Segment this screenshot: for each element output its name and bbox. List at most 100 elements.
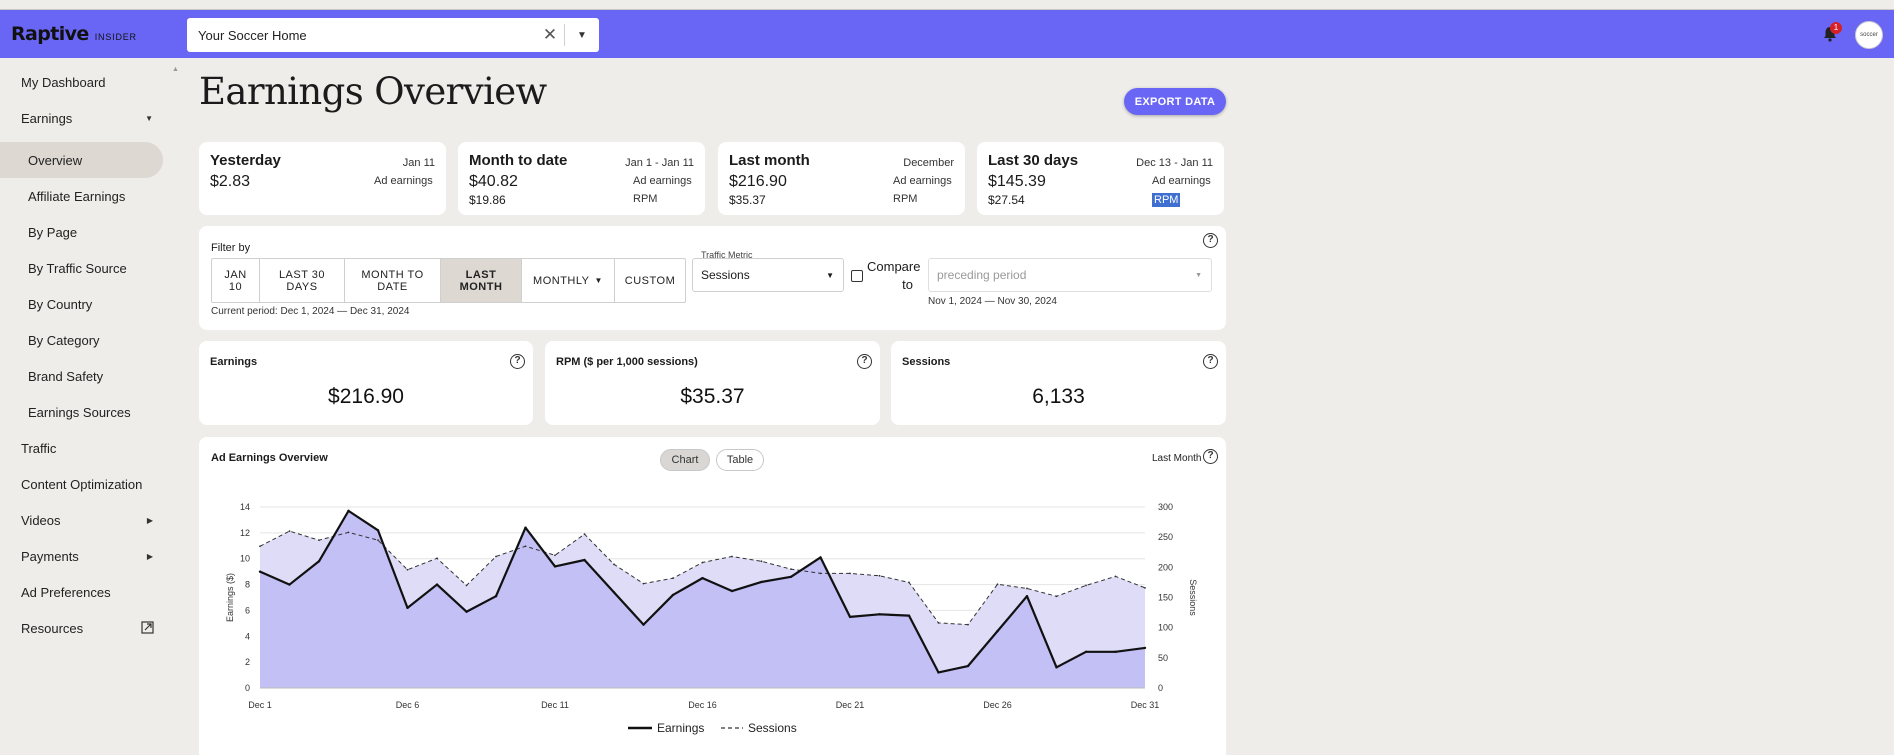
y-axis-label-right: Sessions [1188, 579, 1198, 616]
caret-down-icon: ▼ [145, 113, 153, 123]
period-button-monthly[interactable]: MONTHLY ▼ [522, 259, 615, 302]
monthly-label: MONTHLY [533, 274, 590, 287]
sidebar-item-videos[interactable]: Videos ▶ [21, 502, 161, 538]
sidebar-item-label: Earnings Sources [28, 404, 131, 420]
compare-checkbox[interactable] [851, 270, 863, 282]
summary-date: Jan 1 - Jan 11 [625, 157, 694, 169]
sessions-point [288, 530, 291, 533]
sessions-point [406, 568, 409, 571]
avatar[interactable]: soccer [1855, 21, 1883, 49]
period-button-month-to-date[interactable]: MONTH TO DATE [345, 259, 441, 302]
summary-date: December [903, 157, 954, 169]
sidebar-item-by-category[interactable]: By Category [28, 322, 162, 358]
clear-icon[interactable]: ✕ [536, 25, 564, 45]
help-icon[interactable]: ? [857, 354, 872, 369]
sessions-point [967, 623, 969, 626]
compare-label: Compare to [867, 259, 921, 292]
caret-right-icon: ▶ [146, 515, 153, 525]
sessions-point [760, 560, 763, 563]
y-tick-label-right: 50 [1158, 653, 1168, 663]
sessions-point [731, 555, 733, 558]
period-button-last-month[interactable]: LAST MONTH [441, 259, 522, 302]
earnings-point [288, 583, 291, 586]
sidebar-item-label: Traffic [21, 440, 57, 456]
sidebar-item-content-optimization[interactable]: Content Optimization [21, 466, 161, 502]
sidebar-item-ad-preferences[interactable]: Ad Preferences [21, 574, 161, 610]
summary-amount: $145.39 [988, 173, 1046, 190]
earnings-point [701, 576, 704, 580]
sidebar-item-by-country[interactable]: By Country [28, 286, 162, 322]
sidebar-item-traffic[interactable]: Traffic [21, 430, 161, 466]
sidebar-item-overview[interactable]: Overview [0, 142, 163, 178]
earnings-point [435, 583, 439, 586]
scroll-up-icon[interactable]: ▲ [172, 66, 179, 73]
sidebar-item-earnings[interactable]: Earnings ▼ [21, 100, 161, 136]
earnings-point [937, 671, 940, 674]
legend-earnings-label: Earnings [657, 721, 704, 735]
summary-card-month-to-date: Month to date Jan 1 - Jan 11 $40.82 $19.… [458, 142, 705, 215]
summary-label: Ad earnings [374, 175, 433, 187]
sessions-point [849, 572, 851, 575]
site-selector[interactable]: Your Soccer Home ✕ ▼ [187, 18, 599, 52]
sidebar-item-label: Overview [28, 152, 83, 168]
help-icon[interactable]: ? [510, 354, 525, 369]
metric-value: $35.37 [680, 385, 745, 408]
x-tick-label: Dec 11 [541, 700, 569, 710]
sidebar-item-payments[interactable]: Payments ▶ [21, 538, 161, 574]
summary-title: Last month [729, 152, 810, 169]
metric-card-earnings: Earnings ? $216.90 [199, 341, 533, 425]
traffic-metric-select[interactable]: Sessions ▼ [692, 258, 844, 292]
chart-card: Ad Earnings Overview Chart Table Last Mo… [199, 437, 1226, 755]
sidebar-item-by-page[interactable]: By Page [28, 214, 162, 250]
logo[interactable]: Raptive INSIDER [11, 23, 137, 45]
period-button-custom[interactable]: CUSTOM [615, 259, 685, 302]
compare-period-select[interactable]: preceding period ▼ [928, 258, 1212, 292]
help-icon[interactable]: ? [1203, 354, 1218, 369]
top-strip [0, 0, 1894, 10]
sidebar-item-affiliate-earnings[interactable]: Affiliate Earnings [28, 178, 162, 214]
earnings-point [730, 589, 734, 593]
earnings-point [878, 613, 881, 616]
summary-label: Ad earnings [893, 175, 952, 187]
sessions-point [937, 621, 940, 624]
help-icon[interactable]: ? [1203, 233, 1218, 248]
summary-label: Ad earnings [633, 175, 692, 187]
y-axis-label: Earnings ($) [225, 573, 235, 622]
sidebar-item-earnings-sources[interactable]: Earnings Sources [28, 394, 162, 430]
sessions-point [1144, 586, 1146, 589]
caret-right-icon: ▶ [146, 551, 153, 561]
earnings-point [553, 565, 557, 568]
summary-amount: $216.90 [729, 173, 787, 190]
earnings-point [612, 591, 616, 594]
export-data-button[interactable]: EXPORT DATA [1124, 88, 1226, 115]
notification-badge: 1 [1830, 22, 1842, 34]
period-button-last-30-days[interactable]: LAST 30 DAYS [260, 259, 345, 302]
external-link-icon [141, 621, 154, 634]
sidebar-item-my-dashboard[interactable]: My Dashboard [21, 64, 161, 100]
sidebar-item-label: By Page [28, 224, 78, 240]
sessions-point [377, 539, 379, 542]
ad-earnings-chart: 0 2 4 6 8 10 12 14 0 50 100 150 200 250 300 Dec 1 Dec 6 D… [225, 502, 1198, 735]
earnings-point [494, 595, 498, 598]
sessions-point [1114, 575, 1117, 578]
sessions-point [259, 545, 261, 548]
earnings-point [376, 529, 380, 532]
sidebar-item-resources[interactable]: Resources [21, 610, 161, 646]
earnings-point [1025, 595, 1029, 598]
sessions-point [878, 574, 881, 577]
sessions-point [495, 555, 497, 558]
y-tick-label-right: 0 [1158, 683, 1163, 693]
y-tick-label-right: 250 [1158, 532, 1173, 542]
earnings-point [996, 629, 999, 633]
period-button-jan-10[interactable]: JAN 10 [212, 259, 260, 302]
sidebar-item-by-traffic-source[interactable]: By Traffic Source [28, 250, 162, 286]
sidebar-item-label: Earnings [21, 110, 73, 126]
logo-sub: INSIDER [94, 32, 137, 42]
sidebar-item-brand-safety[interactable]: Brand Safety [28, 358, 162, 394]
sidebar-item-label: My Dashboard [21, 74, 106, 90]
sidebar-item-label: Brand Safety [28, 368, 104, 384]
page-title: Earnings Overview [199, 70, 547, 113]
x-tick-label: Dec 16 [688, 700, 717, 710]
chevron-down-icon[interactable]: ▼ [565, 30, 599, 41]
summary-rpm-label: RPM [1152, 193, 1181, 207]
